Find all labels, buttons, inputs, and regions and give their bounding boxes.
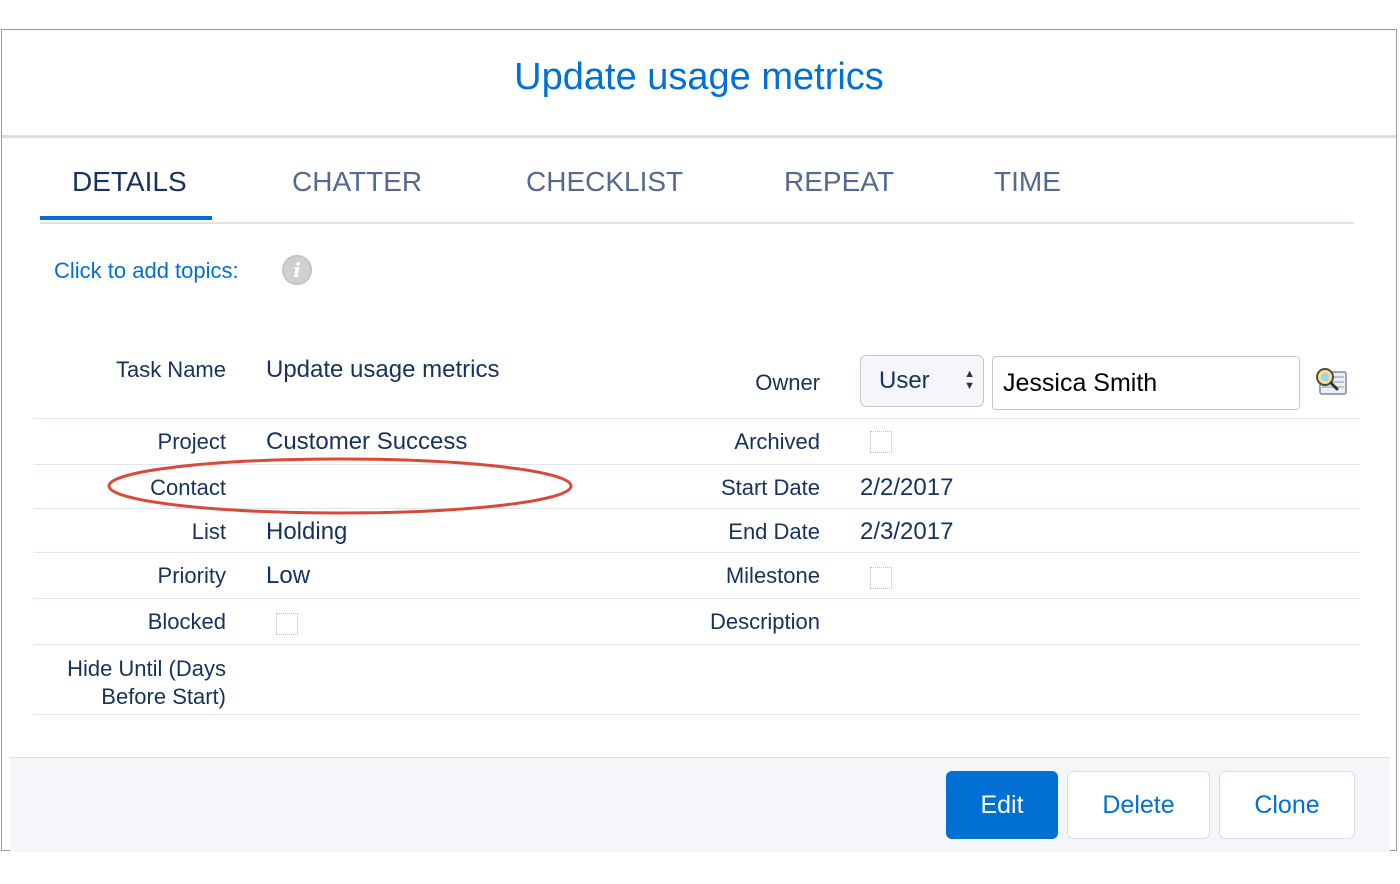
row-divider [34,552,1360,553]
priority-label: Priority [157,563,226,588]
row-divider [34,508,1360,509]
start-date-label: Start Date [720,475,820,500]
tab-time[interactable]: TIME [994,166,1061,220]
action-footer: Edit Delete Clone [10,757,1390,852]
task-name-value: Update usage metrics [266,356,500,383]
owner-type-selected: User [879,367,930,394]
lookup-magnifier-icon[interactable] [1314,366,1348,398]
project-label: Project [157,429,226,454]
contact-label: Contact [150,475,226,500]
archived-label: Archived [734,429,820,454]
list-value[interactable]: Holding [266,518,347,546]
description-label: Description [709,609,820,634]
hide-until-label: Hide Until (Days Before Start) [67,655,226,711]
tab-details[interactable]: DETAILS [72,166,187,220]
tab-chatter[interactable]: CHATTER [292,166,422,220]
tab-repeat[interactable]: REPEAT [784,166,894,220]
hide-until-label-line2: Before Start) [101,684,226,709]
owner-input[interactable] [992,356,1300,410]
row-divider [34,644,1360,645]
row-divider [34,418,1360,419]
info-icon[interactable]: i [282,255,312,285]
hide-until-label-line1: Hide Until (Days [67,656,226,681]
task-name-label: Task Name [115,357,226,382]
milestone-checkbox [870,567,892,589]
row-divider [34,714,1360,715]
panel-header: Update usage metrics [2,30,1396,138]
archived-checkbox [870,431,892,453]
tab-bar: DETAILS CHATTER CHECKLIST REPEAT TIME [40,140,1354,224]
blocked-label: Blocked [147,609,226,634]
page-title: Update usage metrics [514,56,884,98]
delete-button[interactable]: Delete [1067,771,1210,839]
clone-button[interactable]: Clone [1219,771,1355,839]
project-value[interactable]: Customer Success [266,428,467,456]
end-date-label: End Date [728,519,820,544]
row-divider [34,598,1360,599]
task-detail-panel: Update usage metrics DETAILS CHATTER CHE… [1,29,1397,852]
priority-value: Low [266,562,311,589]
end-date-value: 2/3/2017 [860,518,954,545]
start-date-value: 2/2/2017 [860,474,954,501]
blocked-checkbox [276,613,298,635]
tab-checklist[interactable]: CHECKLIST [526,166,683,220]
row-divider [34,464,1360,465]
select-arrows-icon: ▲ ▼ [964,368,975,392]
active-tab-indicator [40,216,212,220]
add-topics-link[interactable]: Click to add topics: [54,258,239,284]
milestone-label: Milestone [725,563,820,588]
list-label: List [191,519,226,544]
edit-button[interactable]: Edit [946,771,1058,839]
owner-type-select[interactable]: User ▲ ▼ [860,355,984,407]
owner-label: Owner [755,370,820,395]
